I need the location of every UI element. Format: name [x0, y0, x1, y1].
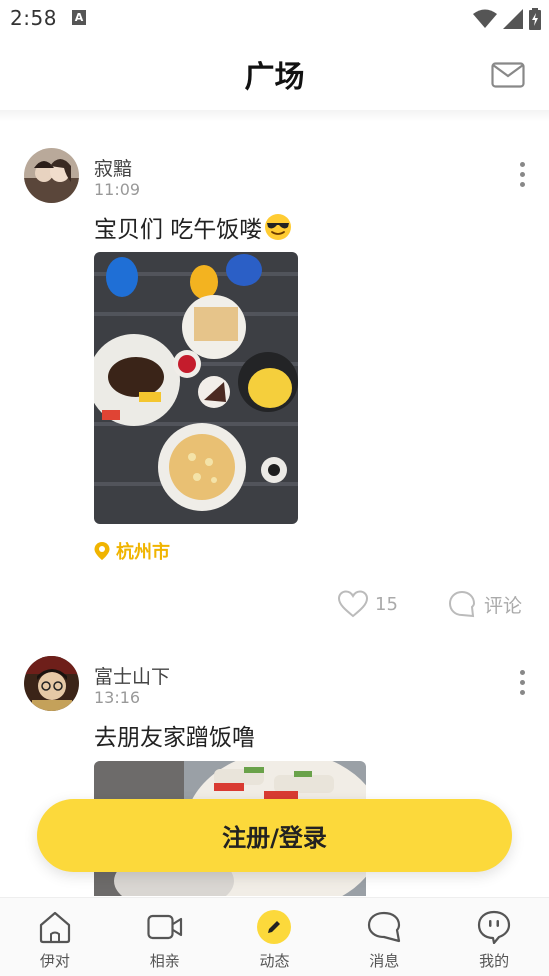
post-username[interactable]: 寂黯 [94, 154, 132, 181]
post-text: 宝贝们 吃午饭喽 [94, 217, 263, 243]
status-bar: 2:58 A [0, 0, 549, 38]
chat-bubble-icon [368, 911, 401, 943]
battery-charging-icon [529, 8, 541, 30]
post-text-row: 宝贝们 吃午饭喽 [94, 210, 292, 244]
mail-icon[interactable] [491, 62, 525, 88]
avatar[interactable] [24, 148, 79, 203]
profile-face-icon [477, 910, 511, 944]
post-time: 11:09 [94, 180, 141, 199]
bottom-tab-bar: 伊对 相亲 动态 消息 我的 [0, 897, 549, 976]
sunglasses-emoji-icon [265, 214, 292, 240]
notification-a-icon: A [72, 10, 86, 25]
like-button[interactable]: 15 [337, 590, 398, 618]
post-time: 13:16 [94, 688, 141, 707]
comment-button[interactable]: 评论 [448, 590, 522, 618]
avatar[interactable] [24, 656, 79, 711]
post-card[interactable]: 寂黯 11:09 宝贝们 吃午饭喽 杭州市 15 评论 [0, 148, 549, 628]
tab-label: 相亲 [149, 952, 180, 970]
post-location[interactable]: 杭州市 [94, 538, 170, 564]
more-options-icon[interactable] [517, 670, 527, 700]
signal-icon [503, 9, 523, 29]
header-divider [0, 110, 549, 122]
comment-label: 评论 [484, 594, 523, 617]
wifi-icon [473, 9, 497, 28]
tab-label: 动态 [259, 952, 290, 970]
tab-wode[interactable]: 我的 [439, 898, 549, 976]
app-header: 广场 [0, 38, 549, 110]
post-username[interactable]: 富士山下 [94, 662, 170, 689]
more-options-icon[interactable] [517, 162, 527, 192]
post-actions: 15 评论 [0, 590, 549, 624]
page-title: 广场 [244, 60, 305, 95]
like-count: 15 [375, 593, 398, 615]
tab-yidui[interactable]: 伊对 [0, 898, 110, 976]
pencil-icon [257, 910, 292, 944]
register-login-button[interactable]: 注册/登录 [37, 799, 512, 872]
location-label: 杭州市 [116, 542, 170, 563]
post-text-row: 去朋友家蹭饭噜 [94, 718, 255, 752]
status-time: 2:58 [10, 6, 57, 30]
heart-icon [337, 590, 369, 618]
tab-dongtai[interactable]: 动态 [220, 898, 330, 976]
comment-bubble-icon [448, 590, 476, 618]
tab-xiaoxi[interactable]: 消息 [329, 898, 439, 976]
post-photo[interactable] [94, 252, 298, 524]
status-icons [473, 8, 541, 30]
tab-label: 我的 [479, 952, 510, 970]
tab-label: 消息 [369, 952, 400, 970]
home-icon [39, 911, 70, 944]
tab-xiangqin[interactable]: 相亲 [110, 898, 220, 976]
video-camera-icon [147, 914, 182, 940]
location-pin-icon [94, 542, 110, 560]
tab-label: 伊对 [39, 952, 70, 970]
post-text: 去朋友家蹭饭噜 [94, 725, 255, 751]
